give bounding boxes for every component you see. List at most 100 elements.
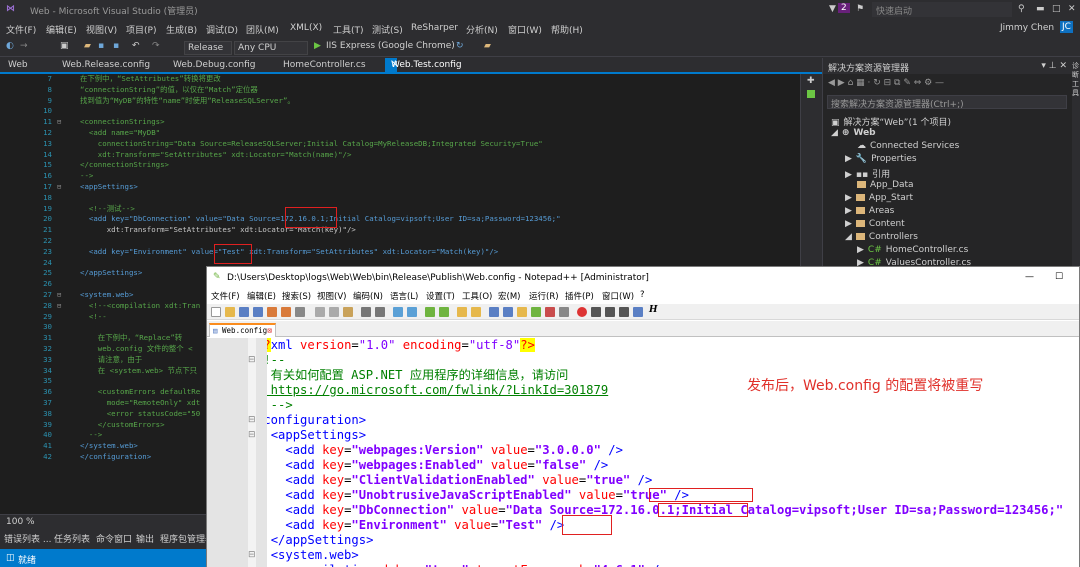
npp-menu-file[interactable]: 文件(F) (211, 290, 240, 302)
npp-doc-map-icon[interactable] (517, 307, 527, 317)
tab-web-debug-config[interactable]: Web.Debug.config (173, 60, 255, 70)
menu-project[interactable]: 项目(P) (126, 23, 156, 36)
expand-icon[interactable]: ▶ (845, 193, 852, 203)
npp-all-chars-icon[interactable] (503, 307, 513, 317)
npp-close-all-icon[interactable] (281, 307, 291, 317)
back-icon[interactable]: ◐ (6, 41, 14, 51)
npp-menu-view[interactable]: 视图(V) (317, 290, 346, 302)
user-name[interactable]: Jimmy Chen (1000, 23, 1054, 33)
menu-help[interactable]: 帮助(H) (551, 23, 583, 36)
npp-save-icon[interactable] (239, 307, 249, 317)
menu-xml[interactable]: XML(X) (290, 23, 322, 33)
redo-icon[interactable]: ↷ (152, 41, 160, 51)
npp-menu-run[interactable]: 运行(R) (529, 290, 559, 302)
tree-item-content[interactable]: ▶ Content (845, 219, 905, 231)
menu-file[interactable]: 文件(F) (6, 23, 36, 36)
npp-wrap-icon[interactable] (471, 307, 481, 317)
tab-web-test-config[interactable]: Web.Test.config ✕ (385, 58, 462, 73)
npp-copy-icon[interactable] (329, 307, 339, 317)
npp-menu-plugins[interactable]: 插件(P) (565, 290, 594, 302)
npp-redo-icon[interactable] (375, 307, 385, 317)
menu-window[interactable]: 窗口(W) (508, 23, 542, 36)
npp-record-icon[interactable] (577, 307, 587, 317)
search-icon[interactable]: ⚲ (1018, 4, 1025, 14)
expand-icon[interactable]: ▶ (857, 245, 864, 255)
maximize-button[interactable]: □ (1052, 4, 1061, 14)
npp-fold-icon[interactable]: ⊟ (248, 550, 256, 560)
save-icon[interactable]: ▪ (98, 41, 104, 51)
solution-search-input[interactable]: 搜索解决方案资源管理器(Ctrl+;) (827, 95, 1067, 110)
tree-item-references[interactable]: ▶ ▪▪ 引用 (845, 167, 890, 180)
fold-icon[interactable]: ⊟ (57, 117, 61, 128)
avatar[interactable]: JC (1060, 21, 1073, 33)
tree-item-areas[interactable]: ▶ Areas (845, 206, 894, 218)
npp-zoom-in-icon[interactable] (425, 307, 435, 317)
npp-close-icon[interactable] (267, 307, 277, 317)
npp-indent-guide-icon[interactable] (489, 307, 499, 317)
tab-homecontroller[interactable]: HomeController.cs (283, 60, 366, 70)
npp-menu-tools[interactable]: 工具(O) (462, 290, 492, 302)
npp-menu-window[interactable]: 窗口(W) (602, 290, 634, 302)
npp-maximize-button[interactable]: ☐ (1055, 272, 1063, 282)
tab-web-release-config[interactable]: Web.Release.config (62, 60, 150, 70)
menu-analyze[interactable]: 分析(N) (466, 23, 498, 36)
npp-hex-icon[interactable]: H (649, 305, 658, 315)
npp-close-tab-icon[interactable]: ⊠ (267, 326, 272, 335)
npp-save-macro-icon[interactable] (633, 307, 643, 317)
npp-replace-icon[interactable] (407, 307, 417, 317)
npp-undo-icon[interactable] (361, 307, 371, 317)
zoom-level[interactable]: 100 % (6, 517, 35, 527)
run-target-button[interactable]: IIS Express (Google Chrome) (326, 41, 455, 51)
configuration-dropdown[interactable]: Release (184, 41, 232, 55)
expand-icon[interactable]: ◢ (831, 128, 838, 138)
forward-icon[interactable]: → (20, 41, 28, 51)
npp-monitor-icon[interactable] (559, 307, 569, 317)
solution-root[interactable]: ▣ 解决方案“Web”(1 个项目) (831, 115, 951, 128)
npp-print-icon[interactable] (295, 307, 305, 317)
tree-item-properties[interactable]: ▶ 🔧 Properties (845, 154, 917, 166)
npp-zoom-out-icon[interactable] (439, 307, 449, 317)
npp-fold-icon[interactable]: ⊟ (248, 430, 256, 440)
split-icon[interactable]: ✚ (807, 76, 815, 86)
close-button[interactable]: ✕ (1068, 4, 1076, 14)
save-all-icon[interactable]: ▪ (113, 41, 119, 51)
npp-fold-icon[interactable]: ⊟ (248, 415, 256, 425)
expand-icon[interactable]: ◢ (845, 232, 852, 242)
tree-item-homecontroller[interactable]: ▶ C# HomeController.cs (857, 245, 968, 257)
tree-item-app-data[interactable]: App_Data (857, 180, 914, 192)
menu-view[interactable]: 视图(V) (86, 23, 117, 36)
npp-sync-icon[interactable] (457, 307, 467, 317)
npp-menu-language[interactable]: 语言(L) (390, 290, 418, 302)
menu-build[interactable]: 生成(B) (166, 23, 197, 36)
npp-menu-edit[interactable]: 编辑(E) (247, 290, 276, 302)
npp-save-all-icon[interactable] (253, 307, 263, 317)
tab-output[interactable]: 输出 (136, 532, 154, 545)
npp-minimize-button[interactable]: — (1025, 272, 1034, 282)
menu-edit[interactable]: 编辑(E) (46, 23, 77, 36)
notification-badge[interactable]: 2 (838, 3, 850, 13)
close-tab-icon[interactable]: ✕ (391, 60, 399, 70)
filter-icon[interactable]: ▼ (829, 4, 836, 14)
npp-code-area[interactable]: 1<?xml version="1.0" encoding="utf-8"?> … (267, 338, 1079, 567)
npp-fold-icon[interactable]: ⊟ (248, 355, 256, 365)
platform-dropdown[interactable]: Any CPU (234, 41, 308, 55)
tree-item-connected-services[interactable]: ☁ Connected Services (857, 141, 959, 153)
menu-team[interactable]: 团队(M) (246, 23, 279, 36)
quick-launch-input[interactable]: 快速启动 (872, 2, 1012, 17)
open-folder-icon[interactable]: ▰ (84, 41, 91, 51)
npp-menu-help[interactable]: ? (640, 290, 645, 300)
npp-menu-macro[interactable]: 宏(M) (498, 290, 520, 302)
new-file-icon[interactable]: ▣ (60, 41, 69, 51)
fold-icon[interactable]: ⊟ (57, 182, 61, 193)
npp-open-icon[interactable] (225, 307, 235, 317)
npp-menu-search[interactable]: 搜索(S) (282, 290, 311, 302)
flag-icon[interactable]: ⚑ (856, 4, 864, 14)
pin-icon[interactable]: ▾ ⊥ ✕ (1041, 61, 1067, 71)
npp-run-multiple-icon[interactable] (619, 307, 629, 317)
expand-icon[interactable]: ▶ (845, 219, 852, 229)
npp-tab-web-config[interactable]: ▤ Web.config⊠ (209, 323, 276, 337)
npp-menu-settings[interactable]: 设置(T) (426, 290, 455, 302)
npp-cut-icon[interactable] (315, 307, 325, 317)
undo-icon[interactable]: ↶ (132, 41, 140, 51)
play-icon[interactable]: ▶ (314, 41, 321, 51)
